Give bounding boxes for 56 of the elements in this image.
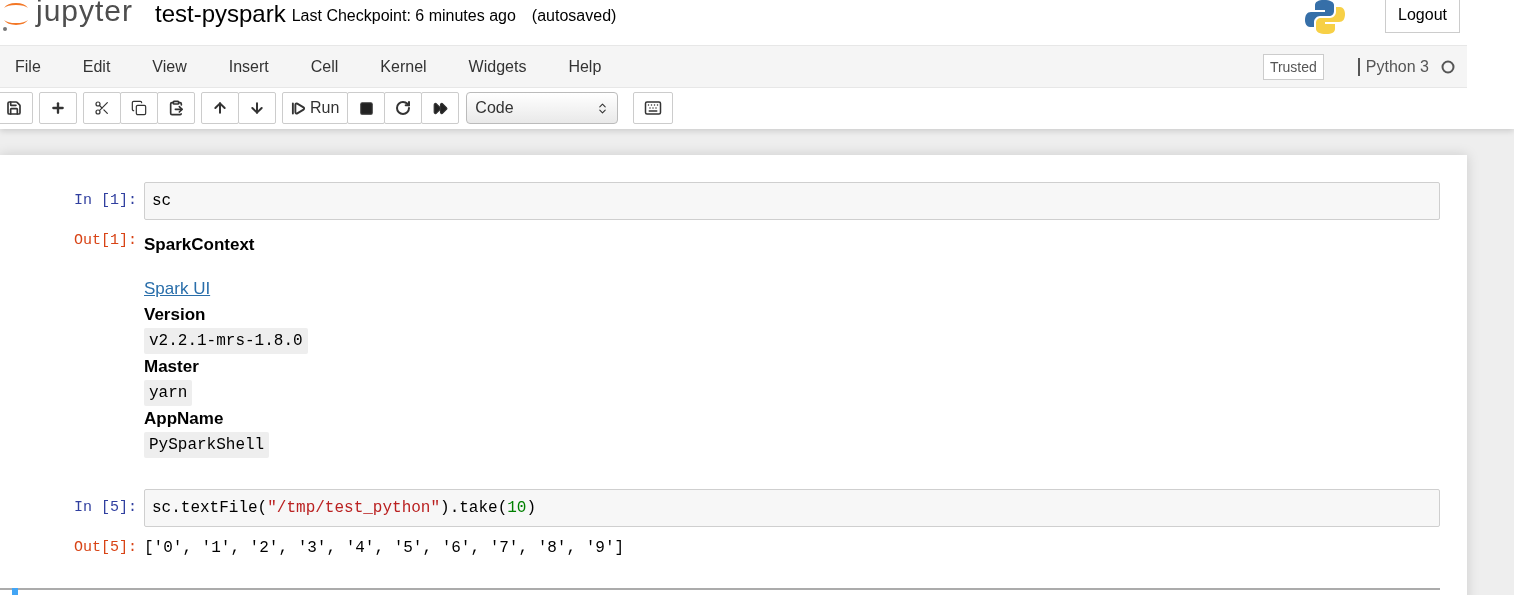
kernel-name: Python 3 [1357, 57, 1429, 76]
clipboard-icon [168, 100, 184, 116]
field-label: Master [144, 356, 199, 378]
jupyter-wordmark: jupyter [36, 0, 134, 28]
spark-ui-link[interactable]: Spark UI [144, 276, 211, 302]
keyboard-icon [644, 99, 663, 117]
output-prompt: Out[1]: [73, 232, 138, 249]
checkpoint-status: Last Checkpoint: 6 minutes ago [291, 7, 516, 25]
output-text: ['0', '1', '2', '3', '4', '5', '6', '7', '8', '9'] [144, 539, 626, 557]
cut-button[interactable] [83, 92, 121, 124]
autosave-status: (autosaved) [531, 7, 617, 25]
paste-button[interactable] [157, 92, 195, 124]
insert-cell-button[interactable] [39, 92, 77, 124]
code-input[interactable]: sc.textFile("/tmp/test_python").take(10) [144, 489, 1440, 527]
plus-icon [50, 100, 66, 116]
menu-item[interactable]: Edit [82, 57, 111, 76]
stop-icon [358, 100, 374, 116]
keyboard-shortcuts-button[interactable] [633, 92, 674, 124]
run-button[interactable]: Run [282, 92, 349, 124]
copy-button[interactable] [120, 92, 158, 124]
menu-item[interactable]: Widgets [468, 57, 527, 76]
field-label: AppName [144, 408, 224, 430]
scissors-icon [94, 100, 110, 116]
input-prompt: In [1]: [73, 191, 138, 209]
field-label: Version [144, 304, 206, 326]
menu-item[interactable]: File [15, 57, 41, 76]
field-value: yarn [144, 380, 193, 406]
copy-icon [131, 100, 147, 116]
menu-item[interactable]: Help [568, 57, 602, 76]
restart-icon [395, 100, 412, 116]
step-forward-icon [291, 100, 306, 116]
arrow-up-icon [212, 100, 228, 116]
input-prompt: In [5]: [73, 498, 138, 516]
field-value: PySparkShell [144, 432, 270, 458]
notebook-name[interactable]: test-pyspark [155, 0, 286, 28]
move-up-button[interactable] [201, 92, 239, 124]
save-button[interactable] [0, 92, 33, 124]
python-logo [1305, 0, 1346, 34]
menu-item[interactable]: View [152, 57, 187, 76]
save-icon [6, 100, 22, 116]
code-input[interactable]: sc [144, 182, 1440, 220]
output-title: SparkContext [144, 234, 255, 256]
move-down-button[interactable] [238, 92, 276, 124]
fast-forward-icon [432, 100, 448, 116]
output-prompt: Out[5]: [73, 539, 138, 556]
stop-button[interactable] [347, 92, 386, 124]
menu-item[interactable]: Insert [228, 57, 269, 76]
menu-item[interactable]: Cell [310, 57, 339, 76]
menu-item[interactable]: Kernel [380, 57, 427, 76]
trusted-badge[interactable]: Trusted [1262, 53, 1324, 80]
field-value: v2.2.1-mrs-1.8.0 [144, 328, 308, 354]
logout-button[interactable]: Logout [1385, 0, 1460, 33]
cell-type-select[interactable]: Code [466, 92, 619, 124]
restart-button[interactable] [384, 92, 423, 124]
arrow-down-icon [249, 100, 265, 116]
run-all-button[interactable] [421, 92, 460, 124]
